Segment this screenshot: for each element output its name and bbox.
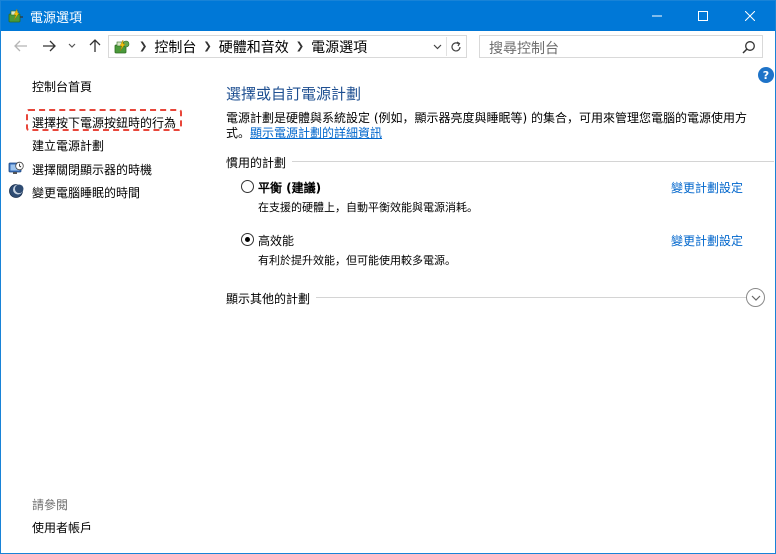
breadcrumb-separator-icon[interactable]: ❯	[296, 41, 304, 52]
up-button[interactable]	[85, 36, 105, 56]
title-bar[interactable]: 電源選項	[1, 1, 775, 31]
search-input[interactable]: 搜尋控制台	[489, 38, 559, 58]
close-button[interactable]	[727, 1, 773, 31]
change-plan-settings-link[interactable]: 變更計劃設定	[671, 179, 743, 196]
more-plans-section[interactable]: 顯示其他的計劃	[226, 290, 774, 307]
address-bar[interactable]: ❯ 控制台 ❯ 硬體和音效 ❯ 電源選項	[108, 35, 467, 58]
minimize-button[interactable]	[634, 1, 680, 31]
window-title: 電源選項	[30, 11, 83, 26]
plan-name[interactable]: 平衡 (建議)	[258, 179, 321, 196]
breadcrumb-hardware-sound[interactable]: 硬體和音效	[219, 37, 289, 57]
power-options-window: 電源選項 ❯ 控制台 ❯ 硬體和音效 ❯ 電源選項 搜尋控制台 控制台首頁 選擇…	[0, 0, 776, 554]
main-content: 選擇或自訂電源計劃 電源計劃是硬體與系統設定 (例如，顯示器亮度與睡眠等) 的集…	[206, 61, 775, 553]
navigation-bar: ❯ 控制台 ❯ 硬體和音效 ❯ 電源選項 搜尋控制台	[1, 31, 775, 61]
page-description: 電源計劃是硬體與系統設定 (例如，顯示器亮度與睡眠等) 的集合，可用來管理您電腦…	[226, 111, 751, 141]
user-accounts-link[interactable]: 使用者帳戶	[32, 519, 92, 536]
search-icon[interactable]	[742, 40, 756, 54]
search-box[interactable]: 搜尋控制台	[479, 35, 763, 58]
breadcrumb-separator-icon: ❯	[139, 41, 148, 52]
breadcrumb-separator-icon[interactable]: ❯	[203, 41, 211, 52]
breadcrumb-power-options[interactable]: 電源選項	[311, 37, 367, 57]
forward-arrow-icon	[43, 40, 56, 52]
address-dropdown-button[interactable]	[430, 39, 444, 55]
section-label[interactable]: 顯示其他的計劃	[226, 290, 317, 307]
recent-locations-button[interactable]	[65, 36, 79, 56]
forward-button[interactable]	[39, 36, 59, 56]
control-panel-icon	[112, 38, 132, 56]
plan-description: 有利於提升效能，但可能使用較多電源。	[258, 254, 456, 267]
power-options-app-icon	[8, 8, 24, 24]
section-label: 慣用的計劃	[226, 154, 293, 171]
maximize-button[interactable]	[680, 1, 726, 31]
change-plan-settings-link[interactable]: 變更計劃設定	[671, 232, 743, 249]
chevron-down-icon	[433, 44, 441, 50]
chevron-down-icon	[68, 43, 76, 48]
minimize-icon	[652, 15, 662, 17]
close-icon	[745, 11, 755, 21]
change-sleep-time-link[interactable]: 變更電腦睡眠的時間	[32, 184, 140, 201]
choose-display-off-time-link[interactable]: 選擇關閉顯示器的時機	[32, 161, 152, 178]
expand-more-plans-button[interactable]	[746, 288, 765, 307]
refresh-icon	[450, 40, 461, 51]
choose-power-button-action-link[interactable]: 選擇按下電源按鈕時的行為	[32, 114, 176, 131]
plan-high-performance-radio[interactable]	[241, 233, 254, 246]
section-divider	[226, 161, 774, 162]
moon-icon	[8, 183, 24, 199]
page-title: 選擇或自訂電源計劃	[226, 85, 362, 103]
monitor-clock-icon	[8, 160, 24, 176]
chevron-down-icon	[751, 295, 760, 301]
refresh-button[interactable]	[446, 37, 464, 56]
plan-description: 在支援的硬體上，自動平衡效能與電源消耗。	[258, 201, 478, 214]
left-task-pane: 控制台首頁 選擇按下電源按鈕時的行為 建立電源計劃 選擇關閉顯示器的時機 變更電…	[1, 61, 206, 553]
up-arrow-icon	[89, 39, 101, 52]
control-panel-home-link[interactable]: 控制台首頁	[32, 78, 92, 95]
back-arrow-icon	[14, 40, 27, 52]
create-power-plan-link[interactable]: 建立電源計劃	[32, 137, 104, 154]
show-plan-details-link[interactable]: 顯示電源計劃的詳細資訊	[250, 126, 382, 140]
preferred-plans-section: 慣用的計劃	[226, 154, 774, 171]
see-also-heading: 請參閱	[32, 498, 69, 512]
breadcrumb-control-panel[interactable]: 控制台	[154, 37, 196, 57]
plan-balanced-radio[interactable]	[241, 180, 254, 193]
plan-name[interactable]: 高效能	[258, 232, 294, 249]
maximize-icon	[698, 11, 708, 21]
back-button[interactable]	[11, 36, 31, 56]
